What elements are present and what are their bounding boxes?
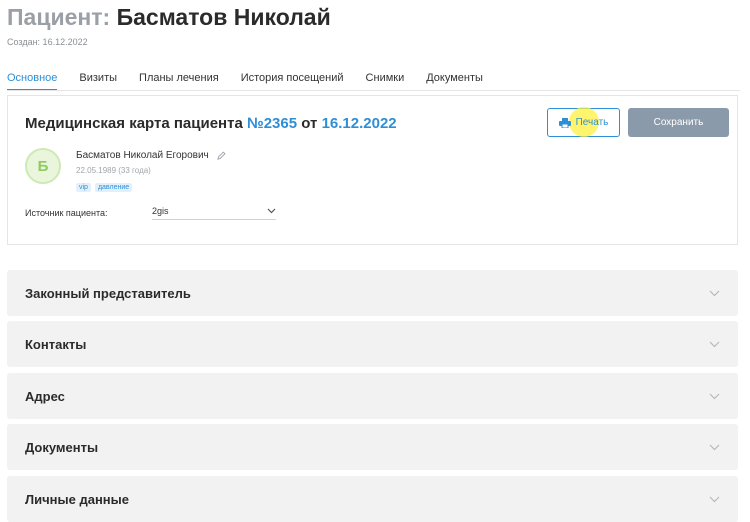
section-title: Документы bbox=[25, 439, 99, 455]
tabs-bar: Основное Визиты Планы лечения История по… bbox=[7, 72, 750, 91]
section-title: Контакты bbox=[25, 336, 87, 352]
card-title-text: Медицинская карта пациента bbox=[25, 115, 243, 132]
section-contacts[interactable]: Контакты bbox=[7, 321, 738, 367]
tag-pressure[interactable]: давление bbox=[94, 183, 133, 192]
tab-visits[interactable]: Визиты bbox=[79, 72, 117, 91]
card-number: №2365 bbox=[246, 115, 298, 132]
section-title: Законный представитель bbox=[25, 285, 191, 301]
section-address[interactable]: Адрес bbox=[7, 373, 738, 419]
medical-card: Медицинская карта пациента №2365 от 16.1… bbox=[7, 95, 738, 245]
source-select-value: 2gis bbox=[152, 206, 169, 216]
chevron-down-icon bbox=[709, 444, 720, 450]
printer-icon bbox=[558, 117, 571, 128]
tabs-divider bbox=[7, 90, 740, 91]
page-title: Пациент: Басматов Николай bbox=[7, 4, 331, 31]
created-date: Создан: 16.12.2022 bbox=[7, 37, 88, 47]
avatar: Б bbox=[25, 148, 61, 184]
patient-tags: vip давление bbox=[76, 183, 136, 192]
patient-birth-date: 22.05.1989 (33 года) bbox=[76, 166, 151, 175]
tab-visit-history[interactable]: История посещений bbox=[241, 72, 344, 91]
tag-vip[interactable]: vip bbox=[76, 183, 91, 192]
save-button[interactable]: Сохранить bbox=[628, 108, 729, 137]
chevron-down-icon bbox=[709, 496, 720, 502]
chevron-down-icon bbox=[709, 341, 720, 347]
patient-full-name: Басматов Николай Егорович bbox=[76, 150, 226, 161]
source-select[interactable]: 2gis bbox=[152, 203, 276, 220]
chevron-down-icon bbox=[709, 290, 720, 296]
section-personal-data[interactable]: Личные данные bbox=[7, 476, 738, 522]
print-button-label: Печать bbox=[575, 117, 609, 128]
chevron-down-icon bbox=[267, 208, 276, 214]
patient-full-name-text: Басматов Николай Егорович bbox=[76, 150, 209, 161]
section-title: Адрес bbox=[25, 388, 65, 404]
tab-main[interactable]: Основное bbox=[7, 72, 58, 91]
section-legal-representative[interactable]: Законный представитель bbox=[7, 270, 738, 316]
page-title-name: Басматов Николай bbox=[116, 4, 331, 30]
section-documents[interactable]: Документы bbox=[7, 424, 738, 470]
tab-documents[interactable]: Документы bbox=[426, 72, 483, 91]
page-title-prefix: Пациент: bbox=[7, 4, 111, 30]
tab-images[interactable]: Снимки bbox=[366, 72, 405, 91]
tab-treatment-plans[interactable]: Планы лечения bbox=[139, 72, 219, 91]
card-from: от bbox=[301, 115, 318, 132]
chevron-down-icon bbox=[709, 393, 720, 399]
print-button[interactable]: Печать bbox=[547, 107, 620, 137]
pencil-icon[interactable] bbox=[216, 151, 226, 160]
section-title: Личные данные bbox=[25, 491, 129, 507]
source-label: Источник пациента: bbox=[25, 208, 108, 218]
card-date: 16.12.2022 bbox=[321, 115, 397, 132]
card-title: Медицинская карта пациента №2365 от 16.1… bbox=[25, 115, 397, 132]
